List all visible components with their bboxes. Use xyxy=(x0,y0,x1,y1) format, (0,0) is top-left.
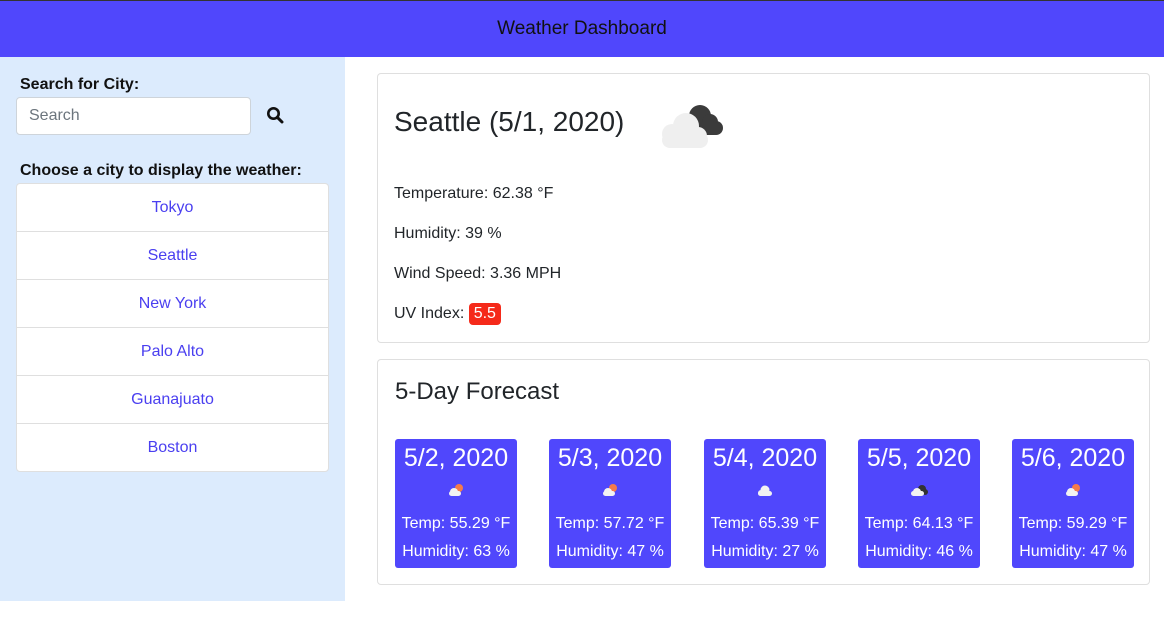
forecast-day-card: 5/2, 2020 Temp: 55.29 °F Humidity: 63 % xyxy=(395,439,517,568)
forecast-temp: Temp: 59.29 °F xyxy=(1018,515,1128,532)
forecast-day-card: 5/5, 2020 Temp: 64.13 °F Humidity: 46 % xyxy=(858,439,980,568)
city-item-seattle[interactable]: Seattle xyxy=(16,231,329,280)
forecast-day-card: 5/4, 2020 Temp: 65.39 °F Humidity: 27 % xyxy=(704,439,826,568)
choose-city-label: Choose a city to display the weather: xyxy=(20,162,302,179)
forecast-date: 5/3, 2020 xyxy=(557,444,663,472)
city-item-palo-alto[interactable]: Palo Alto xyxy=(16,327,329,376)
forecast-temp: Temp: 57.72 °F xyxy=(555,515,665,532)
forecast-temp: Temp: 64.13 °F xyxy=(864,515,974,532)
forecast-date: 5/2, 2020 xyxy=(403,444,509,472)
forecast-humidity: Humidity: 47 % xyxy=(1019,543,1127,560)
search-button[interactable] xyxy=(262,103,288,129)
sun-cloud-icon xyxy=(1066,484,1080,496)
forecast-humidity: Humidity: 63 % xyxy=(402,543,510,560)
app-title: Weather Dashboard xyxy=(497,18,667,39)
sun-cloud-icon xyxy=(603,484,617,496)
forecast-date: 5/5, 2020 xyxy=(866,444,972,472)
sun-cloud-icon xyxy=(449,484,463,496)
forecast-card: 5-Day Forecast 5/2, 2020 Temp: 55.29 °F … xyxy=(377,359,1150,585)
cloud-dark-icon xyxy=(911,485,928,496)
search-label: Search for City: xyxy=(20,76,140,93)
forecast-title: 5-Day Forecast xyxy=(395,378,560,405)
current-weather-card: Seattle (5/1, 2020) Temperature: 62.38 °… xyxy=(377,73,1150,343)
uv-index-badge: 5.5 xyxy=(468,303,501,325)
search-input[interactable] xyxy=(16,97,251,135)
city-item-boston[interactable]: Boston xyxy=(16,423,329,472)
search-icon xyxy=(267,106,284,123)
forecast-date: 5/6, 2020 xyxy=(1020,444,1126,472)
city-list: Tokyo Seattle New York Palo Alto Guanaju… xyxy=(16,183,329,472)
humidity-text: Humidity: 39 % xyxy=(394,225,502,242)
wind-speed-text: Wind Speed: 3.36 MPH xyxy=(394,265,562,282)
cloud-icon xyxy=(758,485,772,496)
sidebar: Search for City: Choose a city to displa… xyxy=(0,57,345,601)
forecast-temp: Temp: 55.29 °F xyxy=(401,515,511,532)
current-city-title: Seattle (5/1, 2020) xyxy=(394,106,625,137)
forecast-temp: Temp: 65.39 °F xyxy=(710,515,820,532)
forecast-humidity: Humidity: 46 % xyxy=(865,543,973,560)
navbar: Weather Dashboard xyxy=(0,0,1164,57)
temperature-text: Temperature: 62.38 °F xyxy=(394,185,554,202)
uv-index-label: UV Index: xyxy=(394,305,469,322)
forecast-date: 5/4, 2020 xyxy=(712,444,818,472)
cloud-dark-icon xyxy=(662,105,723,148)
forecast-day-card: 5/6, 2020 Temp: 59.29 °F Humidity: 47 % xyxy=(1012,439,1134,568)
forecast-humidity: Humidity: 27 % xyxy=(711,543,819,560)
city-item-new-york[interactable]: New York xyxy=(16,279,329,328)
city-item-guanajuato[interactable]: Guanajuato xyxy=(16,375,329,424)
forecast-day-card: 5/3, 2020 Temp: 57.72 °F Humidity: 47 % xyxy=(549,439,671,568)
uv-index-row: UV Index: 5.5 xyxy=(394,303,501,325)
forecast-humidity: Humidity: 47 % xyxy=(556,543,664,560)
city-item-tokyo[interactable]: Tokyo xyxy=(16,183,329,232)
